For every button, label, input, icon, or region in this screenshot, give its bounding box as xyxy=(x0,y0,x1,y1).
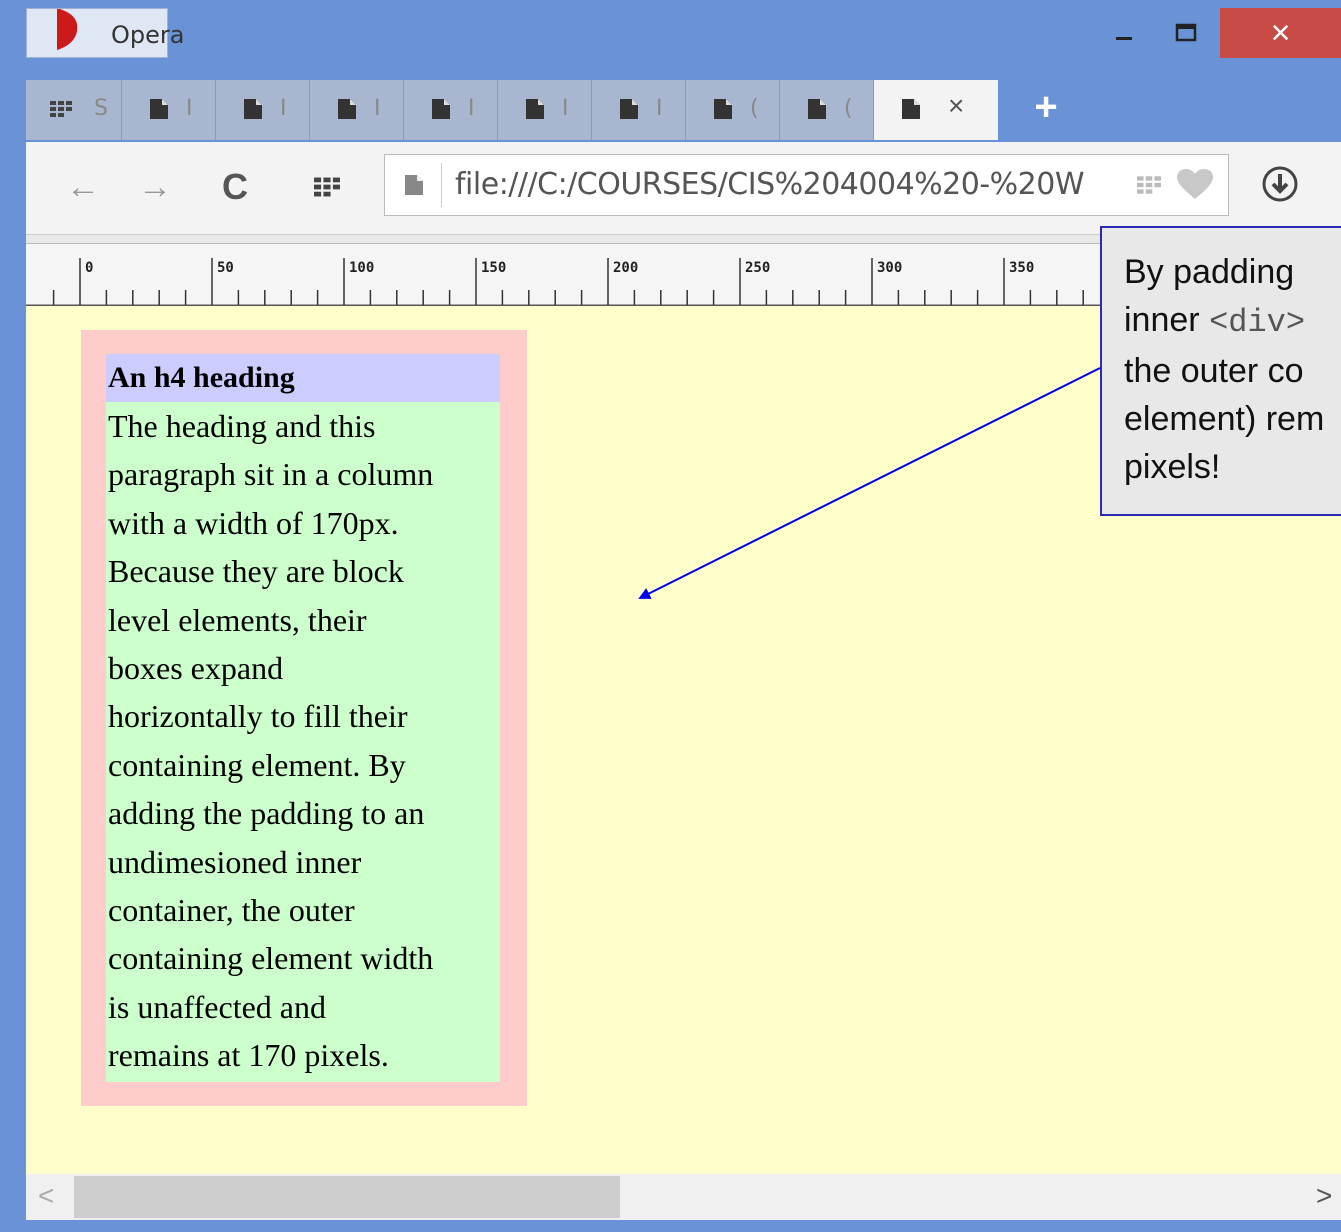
paragraph-line: with a width of 170px. xyxy=(108,504,399,541)
document-icon xyxy=(244,99,262,119)
callout-line: the outer co xyxy=(1124,352,1304,390)
tab-page[interactable]: ( xyxy=(780,80,874,140)
close-tab-button[interactable]: × xyxy=(948,90,964,122)
tab-label: I xyxy=(656,96,663,121)
annotation-callout: By padding inner <div> the outer co elem… xyxy=(1100,226,1341,516)
paragraph-line: remains at 170 pixels. xyxy=(108,1037,389,1074)
tab-page[interactable]: I xyxy=(310,80,404,140)
page-info-icon[interactable] xyxy=(403,173,425,197)
inner-container-div: An h4 heading The heading and this parag… xyxy=(106,354,500,1082)
document-icon xyxy=(432,99,450,119)
speed-dial-add-icon[interactable] xyxy=(1135,173,1163,197)
maximize-button[interactable] xyxy=(1156,8,1216,58)
paragraph-line: level elements, their xyxy=(108,601,367,638)
new-tab-button[interactable]: + xyxy=(1026,82,1066,132)
callout-line: element) rem xyxy=(1124,400,1325,438)
ruler-label: 350 xyxy=(1009,260,1034,276)
speed-dial-button[interactable] xyxy=(304,164,350,210)
address-bar[interactable]: file:///C:/COURSES/CIS%204004%20-%20W xyxy=(384,154,1229,216)
address-actions xyxy=(1123,155,1227,215)
callout-text: inner xyxy=(1124,301,1210,339)
navigation-toolbar: ← → C file:///C:/COURSES/CIS%204004%20-%… xyxy=(26,142,1341,234)
tab-label: I xyxy=(468,96,475,121)
tab-page[interactable]: I xyxy=(592,80,686,140)
tab-page[interactable]: ( xyxy=(686,80,780,140)
outer-container-div: An h4 heading The heading and this parag… xyxy=(81,330,527,1106)
paragraph-line: container, the outer xyxy=(108,892,355,929)
tab-active-page[interactable]: × xyxy=(874,80,998,140)
ruler-label: 300 xyxy=(877,260,902,276)
document-icon xyxy=(620,99,638,119)
paragraph-line: is unaffected and xyxy=(108,988,326,1025)
tab-label: ( xyxy=(844,96,853,121)
tab-label: I xyxy=(374,96,381,121)
tab-label: I xyxy=(562,96,569,121)
document-icon xyxy=(526,99,544,119)
minimize-icon xyxy=(1116,37,1132,40)
paragraph: The heading and this paragraph sit in a … xyxy=(106,402,500,1080)
tab-page[interactable]: I xyxy=(216,80,310,140)
document-icon xyxy=(902,99,920,119)
opera-menu-button[interactable]: Opera xyxy=(26,8,184,58)
reload-button[interactable]: C xyxy=(212,164,258,210)
opera-logo-icon xyxy=(57,9,78,50)
paragraph-line: paragraph sit in a column xyxy=(108,456,434,493)
download-icon[interactable] xyxy=(1260,164,1300,204)
document-icon xyxy=(150,99,168,119)
minimize-button[interactable] xyxy=(1096,8,1152,58)
url-text[interactable]: file:///C:/COURSES/CIS%204004%20-%20W xyxy=(455,167,1085,202)
document-icon xyxy=(714,99,732,119)
callout-line: pixels! xyxy=(1124,448,1221,486)
document-icon xyxy=(338,99,356,119)
paragraph-line: Because they are block xyxy=(108,553,404,590)
tab-label: S xyxy=(94,96,108,121)
tab-page[interactable]: I xyxy=(122,80,216,140)
document-icon xyxy=(808,99,826,119)
tab-label: ( xyxy=(750,96,759,121)
ruler-label: 200 xyxy=(613,260,638,276)
callout-code: <div> xyxy=(1209,304,1306,341)
tab-page[interactable]: I xyxy=(498,80,592,140)
scroll-left-arrow[interactable]: < xyxy=(38,1180,54,1212)
tab-bar: S I I I I I I ((× + xyxy=(26,68,1341,142)
browser-window: Opera × S I I I I I I ((× + ← → C file… xyxy=(0,0,1341,1232)
scrollbar-thumb[interactable] xyxy=(74,1176,620,1218)
ruler-label: 50 xyxy=(217,260,234,276)
opera-menu-label: Opera xyxy=(111,21,185,49)
ruler-label: 250 xyxy=(745,260,770,276)
callout-line: inner <div> xyxy=(1124,296,1341,347)
speed-dial-icon xyxy=(50,101,72,117)
horizontal-scrollbar[interactable]: < > xyxy=(26,1174,1341,1220)
address-divider xyxy=(441,163,442,207)
tab-page[interactable]: I xyxy=(404,80,498,140)
ruler-label: 0 xyxy=(85,260,93,276)
heart-bookmark-icon[interactable] xyxy=(1177,169,1213,201)
paragraph-line: containing element. By xyxy=(108,746,406,783)
forward-button[interactable]: → xyxy=(132,164,178,210)
tab-label: I xyxy=(186,96,193,121)
paragraph-line: boxes expand xyxy=(108,650,284,687)
paragraph-line: containing element width xyxy=(108,940,434,977)
paragraph-line: The heading and this xyxy=(108,408,376,444)
paragraph-line: horizontally to fill their xyxy=(108,698,408,735)
paragraph-line: undimesioned inner xyxy=(108,843,362,880)
close-window-button[interactable]: × xyxy=(1220,8,1341,58)
tab-label: I xyxy=(280,96,287,121)
tab-speed-dial[interactable]: S xyxy=(26,80,122,140)
paragraph-line: adding the padding to an xyxy=(108,795,425,832)
callout-line: By padding xyxy=(1124,253,1295,291)
ruler-label: 100 xyxy=(349,260,374,276)
speed-dial-icon xyxy=(314,177,340,197)
page-heading: An h4 heading xyxy=(106,354,500,402)
scroll-right-arrow[interactable]: > xyxy=(1316,1180,1332,1212)
close-icon: × xyxy=(1270,13,1291,52)
maximize-icon xyxy=(1175,23,1197,42)
ruler-label: 150 xyxy=(481,260,506,276)
back-button[interactable]: ← xyxy=(60,164,106,210)
